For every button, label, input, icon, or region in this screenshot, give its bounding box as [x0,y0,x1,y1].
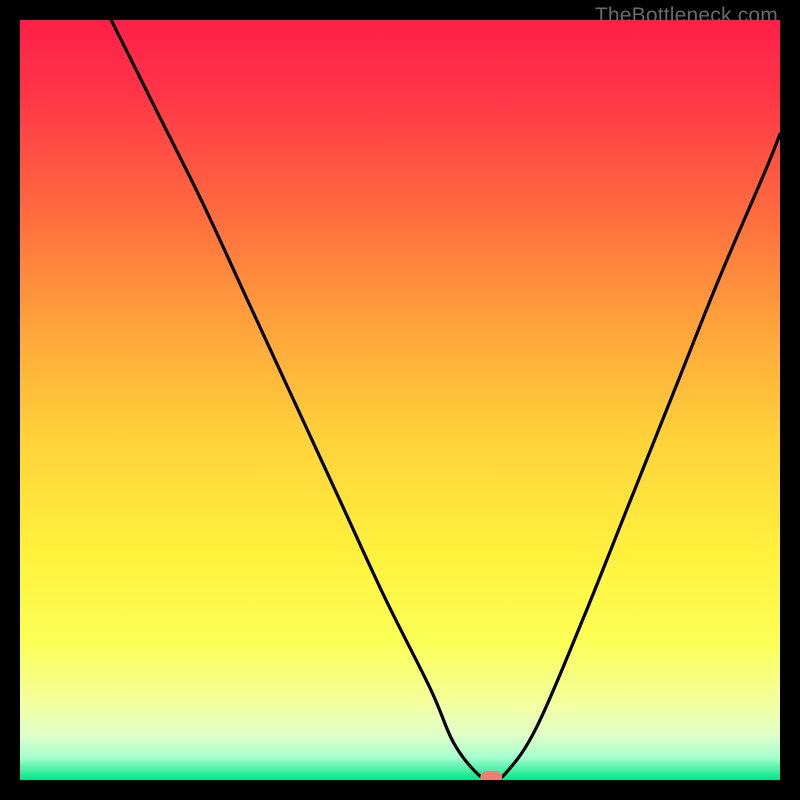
gradient-background [20,20,780,780]
chart-svg [20,20,780,780]
optimal-marker [480,771,502,780]
bottleneck-chart: TheBottleneck.com [0,0,800,800]
plot-area [20,20,780,780]
